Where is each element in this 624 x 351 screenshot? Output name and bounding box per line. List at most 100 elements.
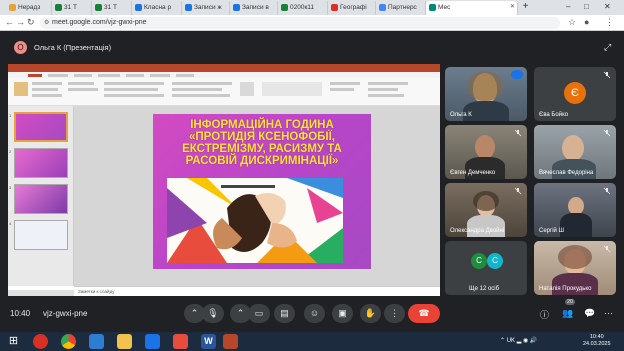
more-participants-tile[interactable]: С С Ще 12 осіб — [445, 241, 527, 295]
reload-icon[interactable]: ↻ — [27, 17, 35, 28]
minimize-icon[interactable]: – — [566, 2, 570, 11]
maximize-icon[interactable]: □ — [584, 2, 589, 11]
forward-icon[interactable]: → — [16, 17, 25, 27]
opera-icon[interactable] — [33, 334, 48, 349]
file-explorer-icon[interactable] — [117, 334, 132, 349]
browser-tab[interactable]: 0200к11 — [278, 1, 328, 15]
ppt-title-bar — [8, 64, 440, 72]
browser-tab-active[interactable]: Мес ✕ — [426, 1, 518, 15]
url-input[interactable]: ⚙ meet.google.com/vjz-gwxi-pne — [40, 17, 560, 29]
bookmark-star-icon[interactable]: ☆ — [568, 17, 576, 28]
pin-icon[interactable]: ⤢ — [604, 42, 611, 53]
close-tab-icon[interactable]: ✕ — [510, 3, 515, 10]
meet-controls-bar: 10:40 vjz-gwxi-pne ⌃ 🎙 ⌃ ▭ ▤ ☺ ▣ ✋ ⋮ ☎ ⓘ… — [0, 296, 624, 332]
slide-title: ІНФОРМАЦІЙНА ГОДИНА «ПРОТИДІЯ КСЕНОФОБІЇ… — [182, 119, 342, 167]
participant-tile[interactable]: Ольга К — [445, 67, 527, 121]
sheets-icon — [95, 4, 102, 11]
participant-hair — [467, 71, 503, 101]
participant-tile[interactable]: Є Єва Бойко — [534, 67, 616, 121]
chrome-icon[interactable] — [61, 334, 76, 349]
people-count-badge: 20 — [565, 299, 576, 305]
tab-label: Записи ж — [194, 4, 222, 11]
word-icon[interactable]: W — [201, 334, 216, 349]
participant-name: Ольга К — [450, 112, 472, 118]
app-icon[interactable] — [89, 334, 104, 349]
participant-tile[interactable]: Сергій Ш — [534, 183, 616, 237]
start-icon[interactable]: ⊞ — [6, 334, 21, 349]
tab-label: Записи в — [242, 4, 269, 11]
participant-name: Вячеслав Федоріна — [539, 170, 594, 176]
info-icon[interactable]: ⓘ — [540, 308, 549, 321]
participant-face — [562, 135, 584, 161]
people-icon[interactable]: 👥 — [562, 308, 573, 319]
meeting-code: vjz-gwxi-pne — [43, 309, 88, 318]
raise-hand-button[interactable]: ✋ — [360, 304, 381, 323]
google-icon — [379, 4, 386, 11]
participant-name: Євген Демченко — [450, 170, 496, 176]
presenting-avatar-icon: O — [14, 41, 27, 54]
menu-dots-icon[interactable]: ⋮ — [605, 17, 614, 28]
participant-name: Олександра Двойні — [450, 228, 505, 234]
mic-off-icon — [603, 187, 611, 195]
participant-tile[interactable]: Наталія Прокудько — [534, 241, 616, 295]
new-tab-button[interactable]: + — [520, 2, 531, 13]
participant-name: Єва Бойко — [539, 112, 569, 118]
participant-tile[interactable]: Євген Демченко — [445, 125, 527, 179]
browser-tab[interactable]: Партнерс — [376, 1, 426, 15]
mic-button[interactable]: 🎙 — [202, 304, 224, 323]
mic-off-icon — [603, 129, 611, 137]
browser-tab[interactable]: Географі — [328, 1, 376, 15]
ppt-ribbon — [8, 78, 440, 106]
slide-thumbnail[interactable] — [14, 220, 68, 250]
participant-tile[interactable]: Олександра Двойні — [445, 183, 527, 237]
slide-thumbnail[interactable] — [14, 112, 68, 142]
browser-tab[interactable]: Записи в — [230, 1, 278, 15]
tab-label: Географі — [340, 4, 367, 11]
present-screen-button[interactable]: ▣ — [332, 304, 353, 323]
close-window-icon[interactable]: ✕ — [604, 2, 611, 11]
app-icon[interactable] — [145, 334, 160, 349]
chat-icon[interactable]: 💬 — [584, 308, 595, 319]
leave-call-button[interactable]: ☎ — [408, 304, 440, 323]
browser-tab[interactable]: 31 Т — [52, 1, 92, 15]
tray-clock[interactable]: 10:40 24.03.2025 — [583, 334, 611, 348]
avatar: С — [487, 253, 503, 269]
emoji-button[interactable]: ☺ — [304, 304, 325, 323]
camera-button[interactable]: ▭ — [248, 304, 270, 323]
participant-tile[interactable]: Вячеслав Федоріна — [534, 125, 616, 179]
tab-label: 0200к11 — [290, 4, 315, 11]
os-taskbar: ⊞ W ⌃ UK ▂ ◉ 🔊 10:40 24.03.2025 — [0, 332, 624, 351]
slide-notes-field[interactable]: Заметки к слайду — [74, 286, 440, 296]
browser-tab[interactable]: Класна р — [132, 1, 182, 15]
more-options-button[interactable]: ⋮ — [384, 304, 405, 323]
system-tray: ⌃ UK ▂ ◉ 🔊 — [500, 338, 538, 344]
thumb-number: 3 — [9, 185, 12, 190]
activities-icon[interactable]: ⋯ — [604, 308, 613, 319]
speaking-indicator-icon — [511, 70, 523, 79]
site-info-icon[interactable]: ⚙ — [44, 19, 49, 26]
slide-thumbnail[interactable] — [14, 184, 68, 214]
browser-tab[interactable]: Записи ж — [182, 1, 230, 15]
current-slide: ІНФОРМАЦІЙНА ГОДИНА «ПРОТИДІЯ КСЕНОФОБІЇ… — [153, 114, 371, 269]
avatar: Є — [564, 82, 586, 104]
profile-icon[interactable]: ● — [584, 17, 589, 27]
tab-label: 31 Т — [104, 4, 118, 11]
captions-button[interactable]: ▤ — [274, 304, 295, 323]
thumb-number: 1 — [9, 113, 12, 118]
browser-tab[interactable]: Нерадз — [6, 1, 52, 15]
docs-icon — [135, 4, 142, 11]
back-icon[interactable]: ← — [5, 17, 14, 27]
sheets-icon — [55, 4, 62, 11]
slide-canvas: ІНФОРМАЦІЙНА ГОДИНА «ПРОТИДІЯ КСЕНОФОБІЇ… — [74, 106, 440, 286]
mic-off-icon — [514, 187, 522, 195]
docs-icon — [185, 4, 192, 11]
slide-thumbnail[interactable] — [14, 148, 68, 178]
tab-label: Нерадз — [18, 4, 41, 11]
powerpoint-icon[interactable] — [223, 334, 238, 349]
tab-favicon-icon — [9, 4, 16, 11]
slide-illustration — [167, 178, 343, 263]
browser-tab[interactable]: 31 Т — [92, 1, 132, 15]
participant-face — [475, 135, 495, 159]
app-icon[interactable] — [173, 334, 188, 349]
language-indicator[interactable]: UK — [507, 338, 515, 344]
